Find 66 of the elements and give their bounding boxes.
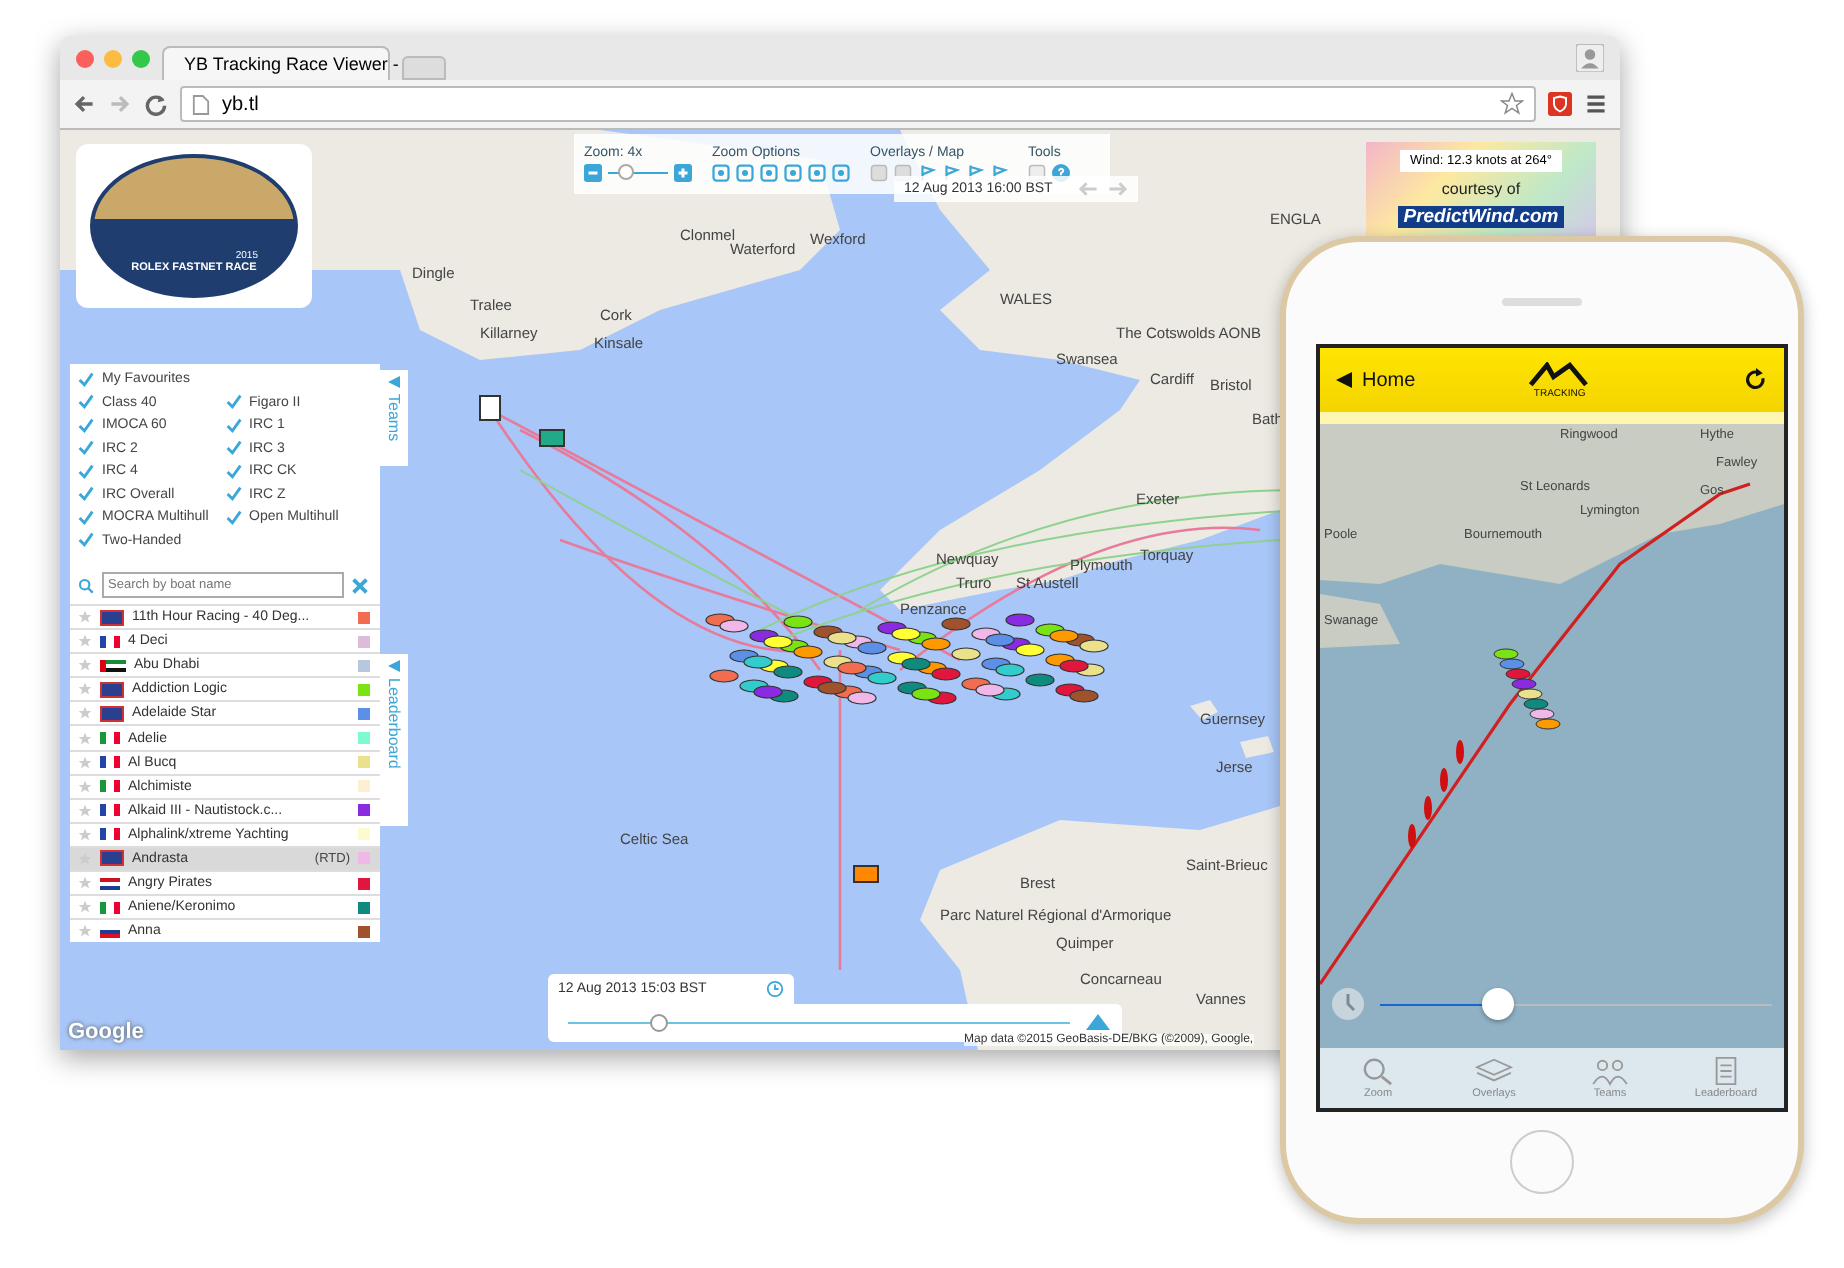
flag-icon bbox=[100, 732, 120, 745]
search-icon bbox=[78, 577, 94, 593]
clock-icon[interactable] bbox=[766, 980, 785, 998]
brand-logo[interactable]: PredictWind.com bbox=[1397, 206, 1565, 228]
shield-icon[interactable] bbox=[1548, 92, 1572, 116]
flag-icon bbox=[100, 850, 124, 867]
flag-icon bbox=[100, 901, 120, 914]
flag-icon[interactable] bbox=[918, 164, 936, 182]
star-icon[interactable] bbox=[78, 900, 92, 915]
forward-icon[interactable] bbox=[108, 92, 132, 116]
flag-icon bbox=[100, 756, 120, 769]
flag-icon bbox=[100, 659, 126, 672]
flag-icon bbox=[100, 635, 120, 648]
flag-icon bbox=[100, 804, 120, 817]
minimize-window-button[interactable] bbox=[104, 49, 122, 67]
flag-icon bbox=[100, 780, 120, 793]
flag-icon bbox=[100, 705, 124, 722]
clear-icon[interactable] bbox=[352, 577, 368, 593]
star-icon[interactable] bbox=[78, 803, 92, 818]
new-tab-button[interactable] bbox=[402, 56, 446, 80]
expand-up-icon[interactable] bbox=[1086, 1014, 1110, 1030]
star-icon[interactable] bbox=[78, 634, 92, 649]
island-shape bbox=[1240, 736, 1274, 758]
zoom-icon bbox=[1358, 1056, 1398, 1086]
boat-marker[interactable] bbox=[539, 429, 565, 447]
star-icon[interactable] bbox=[78, 827, 92, 842]
clock-icon[interactable] bbox=[1332, 988, 1364, 1020]
page-icon bbox=[192, 93, 210, 115]
flag-icon bbox=[100, 877, 120, 890]
flag-icon bbox=[100, 681, 124, 698]
back-icon[interactable] bbox=[72, 92, 96, 116]
star-icon[interactable] bbox=[78, 658, 92, 673]
home-button-ring[interactable] bbox=[1510, 1130, 1574, 1194]
flag-icon bbox=[100, 828, 120, 841]
flag-icon bbox=[100, 609, 124, 626]
home-button[interactable]: Home bbox=[1336, 369, 1416, 391]
bookmark-star-icon[interactable] bbox=[1500, 92, 1524, 116]
layers-icon bbox=[1474, 1056, 1514, 1086]
address-field[interactable]: yb.tl bbox=[180, 86, 1536, 122]
zoom-out-icon[interactable] bbox=[584, 164, 602, 182]
close-window-button[interactable] bbox=[76, 49, 94, 67]
people-icon bbox=[1590, 1056, 1630, 1086]
boat-marker[interactable] bbox=[479, 395, 501, 421]
user-icon[interactable] bbox=[1576, 44, 1604, 72]
courtesy-text: courtesy of bbox=[1441, 180, 1521, 198]
caret-icon[interactable] bbox=[388, 376, 400, 388]
google-logo: Google bbox=[68, 1020, 144, 1044]
star-icon[interactable] bbox=[78, 779, 92, 794]
star-icon[interactable] bbox=[78, 682, 92, 697]
next-arrow-icon[interactable] bbox=[1108, 180, 1129, 198]
maximize-window-button[interactable] bbox=[132, 49, 150, 67]
refresh-icon[interactable] bbox=[1744, 368, 1768, 392]
star-icon[interactable] bbox=[78, 755, 92, 770]
star-icon[interactable] bbox=[78, 731, 92, 746]
boat-marker[interactable] bbox=[853, 865, 879, 883]
reload-icon[interactable] bbox=[144, 92, 168, 116]
menu-icon[interactable] bbox=[1584, 92, 1608, 116]
caret-icon[interactable] bbox=[388, 660, 400, 672]
previous-arrow-icon[interactable] bbox=[1078, 180, 1099, 198]
star-icon[interactable] bbox=[78, 706, 92, 721]
flag-icon bbox=[100, 925, 120, 938]
star-icon[interactable] bbox=[78, 924, 92, 939]
star-icon[interactable] bbox=[78, 610, 92, 625]
star-icon[interactable] bbox=[78, 876, 92, 891]
caret-icon bbox=[1336, 372, 1352, 388]
time-slider[interactable] bbox=[1380, 988, 1772, 1020]
